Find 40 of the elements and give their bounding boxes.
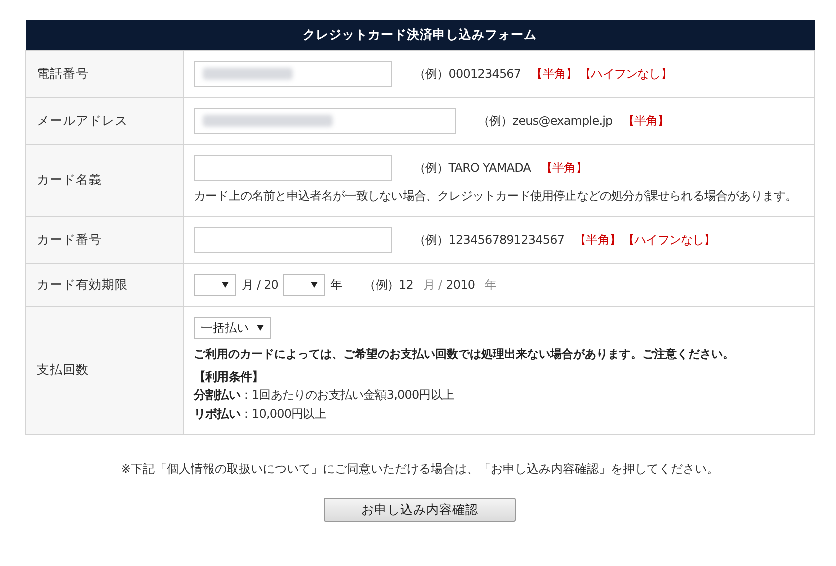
format-tag: 【ハイフンなし】 [622, 232, 716, 248]
example-text: （例）1234567891234567 [414, 232, 565, 248]
format-tag: 【半角】 [574, 232, 621, 248]
format-tag: 【半角】 [622, 112, 670, 130]
notice-text: ご利用のカードによっては、ご希望のお支払い回数では処理出来ない場合があります。ご注意ください。 [194, 347, 736, 362]
field-label: カード名義 [26, 144, 184, 216]
input-field[interactable] [194, 108, 456, 134]
field-label: 電話番号 [26, 50, 184, 98]
caret-icon [310, 282, 318, 288]
year-select[interactable] [282, 274, 325, 296]
field-label: カード有効期限 [26, 264, 184, 306]
format-tag: 【半角】 [531, 66, 578, 82]
format-tag: 【半角】 [541, 160, 588, 176]
field-label: カード番号 [26, 216, 184, 264]
example-text: （例）12 [364, 276, 414, 294]
field-label: メールアドレス [26, 98, 184, 144]
example-text: 月 / [423, 276, 442, 294]
example-text: （例）TARO YAMADA [414, 160, 532, 176]
condition-text: リボ払い：10,000円以上 [194, 406, 328, 423]
note-text: カード上の名前と申込者名が一致しない場合、クレジットカード使用停止などの処分が課せられる場合があります。 [194, 188, 798, 205]
field-label: 支払回数 [26, 306, 184, 434]
month-select[interactable] [194, 274, 236, 296]
condition-text: 分割払い：1回あたりのお支払い金額3,000円以上 [194, 387, 455, 404]
input-field[interactable] [194, 61, 392, 87]
unit-text: 年 [330, 276, 342, 294]
caret-icon [257, 325, 264, 331]
installment-select[interactable]: 一括払い [194, 317, 271, 339]
example-text: 2010 [446, 278, 476, 292]
format-tag: 【ハイフンなし】 [580, 66, 672, 82]
example-text: （例）0001234567 [414, 66, 522, 82]
submit-button[interactable]: お申し込み内容確認 [324, 498, 516, 522]
unit-text: 月 / 20 [242, 276, 279, 294]
example-text: （例）zeus@example.jp [478, 112, 613, 130]
conditions-title: 【利用条件】 [194, 369, 265, 386]
input-field[interactable] [194, 155, 392, 181]
consent-note: ※下記「個人情報の取扱いについて」にご同意いただける場合は、「お申し込み内容確認」を押してください。 [120, 461, 720, 478]
example-text: 年 [485, 276, 497, 294]
caret-icon [222, 282, 229, 288]
form-title: クレジットカード決済申し込みフォーム [26, 20, 814, 50]
input-field[interactable] [194, 227, 392, 253]
